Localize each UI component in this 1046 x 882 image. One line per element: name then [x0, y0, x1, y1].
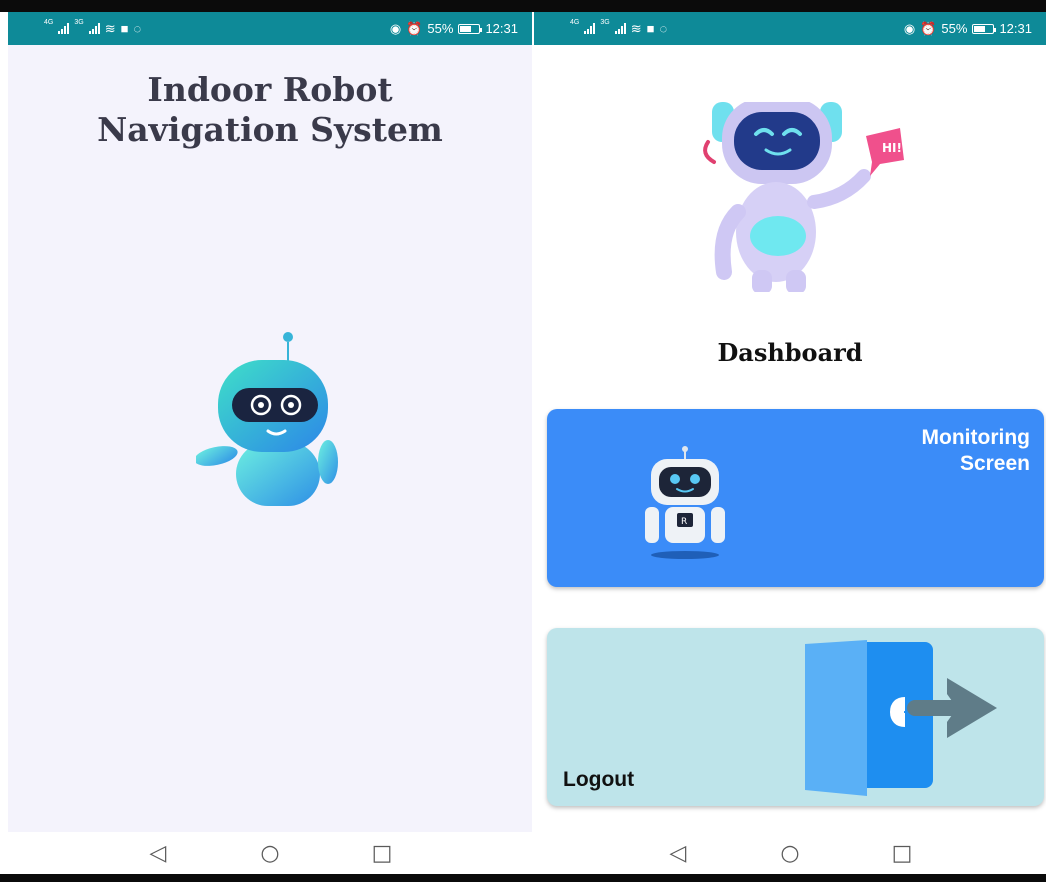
alarm-icon: ⏰	[406, 20, 423, 36]
monitor-robot-icon: R	[645, 446, 725, 559]
network-type-label: 3G	[600, 18, 610, 26]
app-title: Indoor Robot Navigation System	[8, 70, 532, 150]
logout-label: Logout	[563, 768, 635, 791]
battery-icon	[972, 23, 997, 34]
recents-icon[interactable]: □	[885, 841, 919, 866]
logout-door-icon	[805, 640, 997, 796]
home-icon[interactable]: ○	[773, 841, 807, 866]
network-type-label: 4G	[44, 18, 54, 26]
video-icon: ■	[120, 21, 129, 36]
robot-hi-sign-icon: HI!	[703, 102, 904, 292]
status-left: 4G 3G ≋ ■ ◌	[570, 18, 668, 37]
video-icon: ■	[646, 21, 655, 36]
back-icon[interactable]: ◁	[661, 841, 695, 866]
battery-percent: 55%	[427, 21, 454, 36]
app-title-line1: Indoor Robot	[147, 70, 393, 109]
eye-icon: ◉	[903, 20, 916, 36]
system-nav-bar: ◁ ○ □	[8, 832, 532, 874]
svg-text:R: R	[681, 517, 687, 527]
home-icon[interactable]: ○	[253, 841, 287, 866]
alarm-icon: ⏰	[920, 20, 937, 36]
monitoring-screen-label: Monitoring Screen	[850, 425, 1030, 477]
system-nav-bar: ◁ ○ □	[534, 832, 1046, 874]
whatsapp-icon: ◌	[659, 21, 668, 36]
status-left: 4G 3G ≋ ■ ◌	[44, 18, 142, 37]
bottom-frame-bar	[0, 874, 1046, 882]
monitoring-label-line2: Screen	[959, 452, 1030, 475]
svg-text:HI!: HI!	[882, 141, 902, 155]
battery-icon	[458, 23, 483, 34]
signal-icon	[58, 23, 70, 34]
robot-mascot-icon	[196, 332, 338, 506]
splash-screen: 4G 3G ≋ ■ ◌ ◉ ⏰ 55% 12:31 Indoor Robot N…	[8, 12, 532, 874]
network-type-label: 3G	[74, 18, 84, 26]
top-frame-bar	[0, 0, 1046, 12]
recents-icon[interactable]: □	[365, 841, 399, 866]
dashboard-title: Dashboard	[717, 338, 863, 367]
back-icon[interactable]: ◁	[141, 841, 175, 866]
signal-icon	[614, 23, 626, 34]
signal-icon	[88, 23, 100, 34]
battery-percent: 55%	[941, 21, 968, 36]
status-bar: 4G 3G ≋ ■ ◌ ◉ ⏰ 55% 12:31	[8, 12, 532, 45]
signal-icon	[584, 23, 596, 34]
network-type-label: 4G	[570, 18, 580, 26]
clock: 12:31	[485, 21, 518, 36]
wifi-icon: ≋	[630, 20, 642, 36]
whatsapp-icon: ◌	[133, 21, 142, 36]
logout-card[interactable]: Logout	[547, 628, 1044, 806]
status-right: ◉ ⏰ 55% 12:31	[390, 21, 518, 37]
monitoring-label-line1: Monitoring	[921, 426, 1030, 449]
dashboard-screen: 4G 3G ≋ ■ ◌ ◉ ⏰ 55% 12:31 HI! Dashboard …	[534, 12, 1046, 874]
status-right: ◉ ⏰ 55% 12:31	[904, 21, 1032, 37]
eye-icon: ◉	[389, 20, 402, 36]
wifi-icon: ≋	[104, 20, 116, 36]
status-bar: 4G 3G ≋ ■ ◌ ◉ ⏰ 55% 12:31	[534, 12, 1046, 45]
clock: 12:31	[999, 21, 1032, 36]
app-title-line2: Navigation System	[97, 110, 443, 149]
monitoring-screen-card[interactable]: R Monitoring Screen	[547, 409, 1044, 587]
